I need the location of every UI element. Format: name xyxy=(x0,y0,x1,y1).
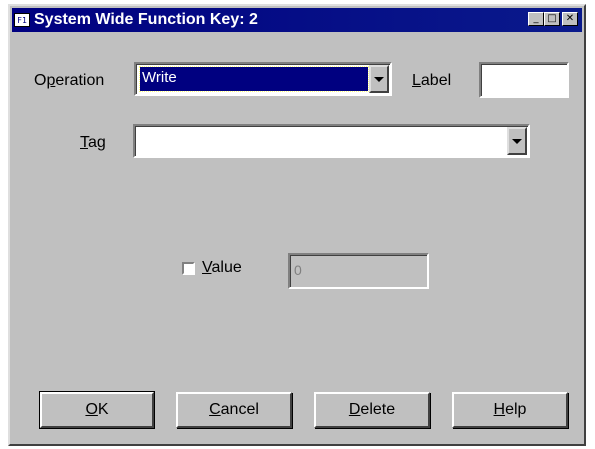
close-button[interactable]: ✕ xyxy=(562,12,578,26)
label-label-rest: abel xyxy=(420,72,452,89)
tag-dropdown-button[interactable] xyxy=(507,127,527,155)
operation-selected-value: Write xyxy=(139,66,369,92)
label-label-accel: L xyxy=(412,72,421,89)
ok-button[interactable]: OK xyxy=(39,391,155,429)
delete-button[interactable]: Delete xyxy=(314,392,430,428)
value-input[interactable]: 0 xyxy=(288,253,429,289)
function-key-icon[interactable]: F1 xyxy=(14,13,30,27)
tag-label-rest: ag xyxy=(88,134,106,151)
ok-button-accel: O xyxy=(85,401,98,418)
tag-combo[interactable] xyxy=(133,124,530,158)
help-button-rest: elp xyxy=(505,401,527,418)
help-button-accel: H xyxy=(493,401,506,418)
label-label: Label xyxy=(412,72,451,90)
delete-button-rest: elete xyxy=(360,401,396,418)
maximize-button[interactable]: □ xyxy=(544,12,560,26)
value-label-rest: alue xyxy=(211,259,242,276)
tag-label: Tag xyxy=(80,134,106,152)
cancel-button[interactable]: Cancel xyxy=(176,392,292,428)
chevron-down-icon xyxy=(512,138,522,144)
value-label[interactable]: Value xyxy=(202,259,242,277)
help-button[interactable]: Help xyxy=(452,392,568,428)
ok-button-rest: K xyxy=(97,401,109,418)
cancel-button-rest: ancel xyxy=(220,401,259,418)
cancel-button-accel: C xyxy=(209,401,221,418)
minimize-button[interactable]: _ xyxy=(528,12,544,26)
operation-label-pre: O xyxy=(34,72,47,89)
operation-label: Operation xyxy=(34,72,104,90)
dialog-window: F1 System Wide Function Key: 2 _ □ ✕ Ope… xyxy=(8,4,586,446)
chevron-down-icon xyxy=(374,76,384,82)
tag-label-accel: T xyxy=(80,134,88,151)
operation-label-rest: eration xyxy=(55,72,105,89)
value-checkbox[interactable] xyxy=(182,262,195,275)
title-bar[interactable]: F1 System Wide Function Key: 2 _ □ ✕ xyxy=(12,8,582,32)
window-title: System Wide Function Key: 2 xyxy=(34,11,258,28)
label-input[interactable] xyxy=(479,62,569,98)
operation-combo[interactable]: Write xyxy=(134,62,392,96)
operation-dropdown-button[interactable] xyxy=(369,65,389,93)
delete-button-accel: D xyxy=(348,401,361,418)
